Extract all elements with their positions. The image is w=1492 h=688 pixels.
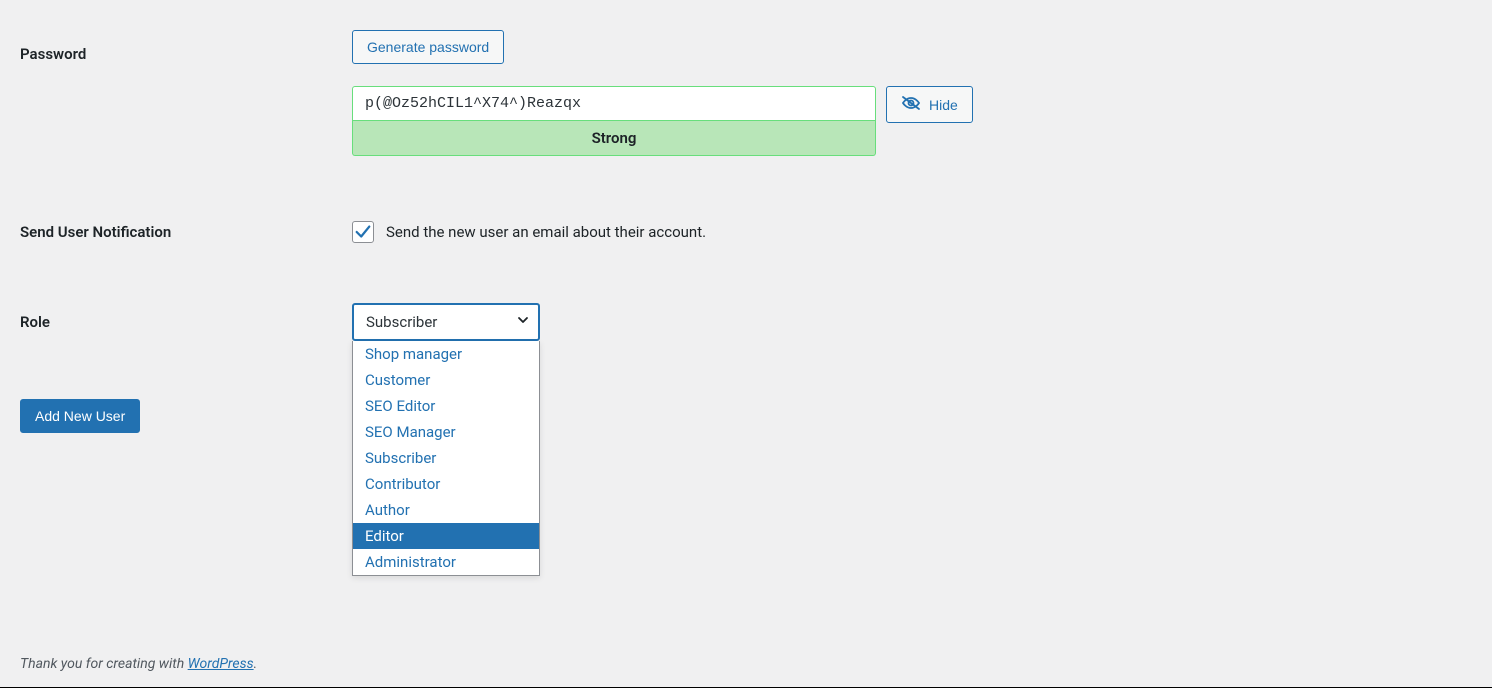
notification-row: Send User Notification Send the new user… xyxy=(0,221,1492,243)
footer-suffix: . xyxy=(254,656,258,672)
footer: Thank you for creating with WordPress. xyxy=(20,656,257,672)
submit-row: Add New User xyxy=(0,399,1492,433)
notification-label: Send User Notification xyxy=(20,221,352,241)
notification-field: Send the new user an email about their a… xyxy=(352,221,1472,243)
password-input-wrap: Strong Hide xyxy=(352,86,1472,156)
role-option[interactable]: SEO Manager xyxy=(353,419,539,445)
role-option[interactable]: SEO Editor xyxy=(353,393,539,419)
notification-checkbox-wrap: Send the new user an email about their a… xyxy=(352,221,1472,243)
hide-password-button[interactable]: Hide xyxy=(886,86,973,123)
role-field: Subscriber Shop managerCustomerSEO Edito… xyxy=(352,303,1472,341)
add-user-form: Password Generate password Strong xyxy=(0,30,1492,433)
add-new-user-button[interactable]: Add New User xyxy=(20,399,140,433)
password-strength-indicator: Strong xyxy=(352,121,876,156)
role-dropdown: Shop managerCustomerSEO EditorSEO Manage… xyxy=(352,341,540,576)
role-row: Role Subscriber Shop managerCustomerSEO … xyxy=(0,303,1492,341)
role-option[interactable]: Author xyxy=(353,497,539,523)
password-row: Password Generate password Strong xyxy=(0,30,1492,156)
role-option[interactable]: Editor xyxy=(353,523,539,549)
notification-description: Send the new user an email about their a… xyxy=(386,223,706,241)
notification-checkbox[interactable] xyxy=(352,221,374,243)
role-option[interactable]: Contributor xyxy=(353,471,539,497)
role-option[interactable]: Administrator xyxy=(353,549,539,575)
eye-slash-icon xyxy=(901,95,921,114)
role-select-wrap: Subscriber Shop managerCustomerSEO Edito… xyxy=(352,303,540,341)
check-icon xyxy=(354,223,372,241)
password-field-group: Generate password Strong Hide xyxy=(352,30,1472,156)
generate-password-button[interactable]: Generate password xyxy=(352,30,504,64)
password-label: Password xyxy=(20,30,352,63)
role-option[interactable]: Shop manager xyxy=(353,341,539,367)
role-option[interactable]: Subscriber xyxy=(353,445,539,471)
password-input-group: Strong xyxy=(352,86,876,156)
role-label: Role xyxy=(20,303,352,331)
wordpress-link[interactable]: WordPress xyxy=(188,656,254,672)
password-input[interactable] xyxy=(352,86,876,121)
role-select[interactable]: Subscriber xyxy=(352,303,540,341)
hide-button-label: Hide xyxy=(929,97,958,113)
footer-prefix: Thank you for creating with xyxy=(20,656,188,672)
role-option[interactable]: Customer xyxy=(353,367,539,393)
